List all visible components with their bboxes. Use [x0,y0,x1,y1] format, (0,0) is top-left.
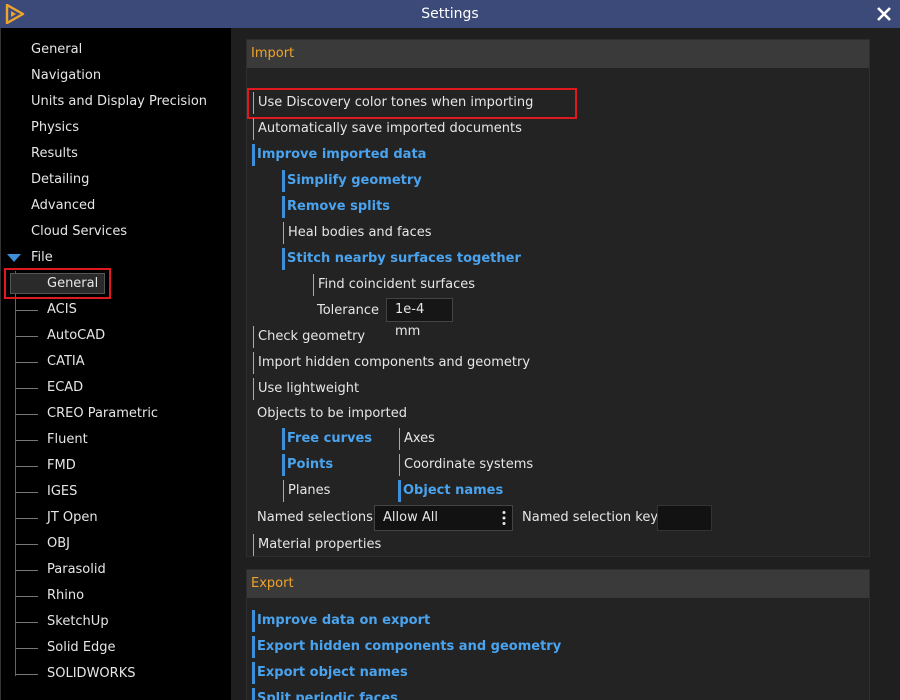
sidebar-item-fmd[interactable]: FMD [47,455,76,477]
tree-branch [16,544,38,545]
sidebar-item-parasolid[interactable]: Parasolid [47,559,106,581]
tree-branch [16,336,38,337]
sidebar-item-navigation[interactable]: Navigation [31,65,101,87]
named-selections-label: Named selections [257,510,373,525]
tree-branch [16,414,38,415]
export-section: Export Improve data on export Export hid… [246,569,870,700]
improve-export-toggle[interactable]: Improve data on export [252,610,430,632]
tree-branch [16,596,38,597]
sidebar-item-catia[interactable]: CATIA [47,351,85,373]
improve-imported-data-toggle[interactable]: Improve imported data [252,144,426,166]
export-header: Export [247,570,869,598]
sidebar-item-ecad[interactable]: ECAD [47,377,83,399]
tree-branch [16,466,38,467]
tolerance-label: Tolerance [317,303,379,318]
free-curves-toggle[interactable]: Free curves [282,428,372,450]
named-selections-select[interactable]: Allow All [374,505,513,531]
axes-toggle[interactable]: Axes [399,428,435,450]
import-hidden-toggle[interactable]: Import hidden components and geometry [253,352,530,374]
settings-content: Import Use Discovery color tones when im… [245,28,900,700]
coordinate-systems-toggle[interactable]: Coordinate systems [399,454,533,476]
tree-branch [16,492,38,493]
stitch-surfaces-toggle[interactable]: Stitch nearby surfaces together [282,248,521,270]
export-hidden-toggle[interactable]: Export hidden components and geometry [252,636,561,658]
import-section: Import Use Discovery color tones when im… [246,39,870,557]
sidebar-item-acis[interactable]: ACIS [47,299,77,321]
objects-to-import-label: Objects to be imported [257,406,407,421]
close-icon[interactable] [874,4,894,24]
sidebar-item-autocad[interactable]: AutoCAD [47,325,105,347]
sidebar-item-results[interactable]: Results [31,143,78,165]
tree-branch [16,310,38,311]
use-color-tones-toggle[interactable]: Use Discovery color tones when importing [253,92,533,114]
tree-branch [16,674,38,675]
planes-toggle[interactable]: Planes [283,480,330,502]
export-object-names-toggle[interactable]: Export object names [252,662,408,684]
sidebar-item-advanced[interactable]: Advanced [31,195,95,217]
points-toggle[interactable]: Points [282,454,333,476]
tree-branch [16,440,38,441]
sidebar-item-iges[interactable]: IGES [47,481,77,503]
heal-bodies-toggle[interactable]: Heal bodies and faces [283,222,432,244]
kebab-menu-icon[interactable] [502,510,506,526]
sidebar-item-cloud-services[interactable]: Cloud Services [31,221,127,243]
tree-line [15,271,16,676]
split-periodic-toggle[interactable]: Split periodic faces [252,688,398,700]
find-coincident-toggle[interactable]: Find coincident surfaces [313,274,475,296]
tree-branch [16,648,38,649]
tree-branch [16,570,38,571]
named-selection-key-label: Named selection key [522,510,659,525]
sidebar-item-physics[interactable]: Physics [31,117,79,139]
auto-save-toggle[interactable]: Automatically save imported documents [253,118,522,140]
material-properties-toggle[interactable]: Material properties [253,534,381,556]
tree-branch [16,518,38,519]
sidebar-item-solid-edge[interactable]: Solid Edge [47,637,116,659]
sidebar-item-general[interactable]: General [31,39,82,61]
title-bar: Settings [0,0,900,28]
sidebar-item-fluent[interactable]: Fluent [47,429,88,451]
sidebar-item-solidworks[interactable]: SOLIDWORKS [47,663,135,685]
simplify-geometry-toggle[interactable]: Simplify geometry [282,170,422,192]
object-names-toggle[interactable]: Object names [398,480,503,502]
sidebar-item-file[interactable]: File [31,247,53,269]
sidebar-item-sketchup[interactable]: SketchUp [47,611,109,633]
sidebar-item-detailing[interactable]: Detailing [31,169,89,191]
sidebar-item-rhino[interactable]: Rhino [47,585,84,607]
sidebar-item-jt-open[interactable]: JT Open [47,507,98,529]
sidebar-divider [231,28,245,700]
window-title: Settings [421,6,479,22]
tolerance-input[interactable]: 1e-4 mm [386,298,453,339]
sidebar-item-units[interactable]: Units and Display Precision [31,91,207,113]
import-header: Import [247,40,869,68]
remove-splits-toggle[interactable]: Remove splits [282,196,390,218]
sidebar-item-file-general[interactable]: General [47,273,98,295]
named-selection-key-input[interactable] [657,505,712,531]
tree-branch [16,622,38,623]
use-lightweight-toggle[interactable]: Use lightweight [253,378,359,400]
sidebar-item-obj[interactable]: OBJ [47,533,70,555]
named-selections-value: Allow All [383,510,438,525]
tree-branch [16,362,38,363]
tree-branch [16,388,38,389]
check-geometry-toggle[interactable]: Check geometry [253,326,365,348]
caret-down-icon[interactable] [7,254,21,262]
settings-sidebar: General Navigation Units and Display Pre… [0,28,231,700]
sidebar-item-creo[interactable]: CREO Parametric [47,403,158,425]
